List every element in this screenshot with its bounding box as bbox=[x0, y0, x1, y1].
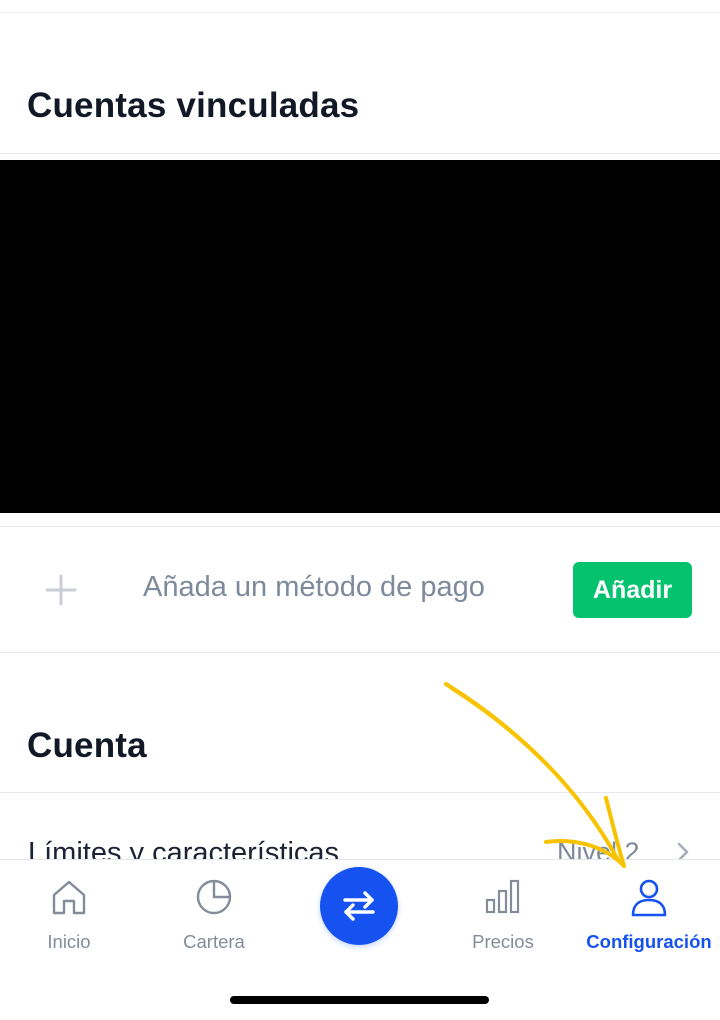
section-divider bbox=[0, 652, 720, 653]
tab-label: Cartera bbox=[183, 931, 245, 952]
tab-configuracion[interactable]: Configuración bbox=[578, 860, 720, 970]
home-indicator bbox=[230, 996, 489, 1004]
section-divider bbox=[0, 153, 720, 154]
chevron-right-icon bbox=[677, 842, 689, 859]
redacted-linked-accounts-area bbox=[0, 160, 720, 513]
top-divider bbox=[0, 12, 720, 13]
swap-arrows-icon bbox=[343, 891, 375, 921]
home-icon bbox=[52, 880, 86, 915]
plus-icon bbox=[45, 574, 77, 606]
user-icon bbox=[631, 879, 667, 917]
tab-label: Inicio bbox=[47, 931, 91, 952]
add-payment-method-text: Añada un método de pago bbox=[143, 571, 485, 603]
add-payment-method-row[interactable]: Añada un método de pago Añadir bbox=[0, 527, 720, 652]
limits-label: Límites y características bbox=[28, 837, 340, 859]
trade-swap-button[interactable] bbox=[320, 867, 398, 945]
tab-inicio[interactable]: Inicio bbox=[0, 860, 138, 970]
limits-level-value: Nivel 2 bbox=[557, 837, 640, 859]
limits-and-features-row[interactable]: Límites y características Nivel 2 bbox=[0, 793, 720, 859]
tab-cartera[interactable]: Cartera bbox=[146, 860, 282, 970]
linked-accounts-title: Cuentas vinculadas bbox=[27, 86, 360, 125]
pie-chart-icon bbox=[196, 879, 232, 915]
add-button[interactable]: Añadir bbox=[573, 562, 692, 618]
tab-label: Configuración bbox=[586, 931, 712, 952]
account-title: Cuenta bbox=[27, 726, 147, 765]
tab-precios[interactable]: Precios bbox=[436, 860, 570, 970]
bar-chart-icon bbox=[485, 879, 520, 914]
tab-label: Precios bbox=[472, 931, 534, 952]
